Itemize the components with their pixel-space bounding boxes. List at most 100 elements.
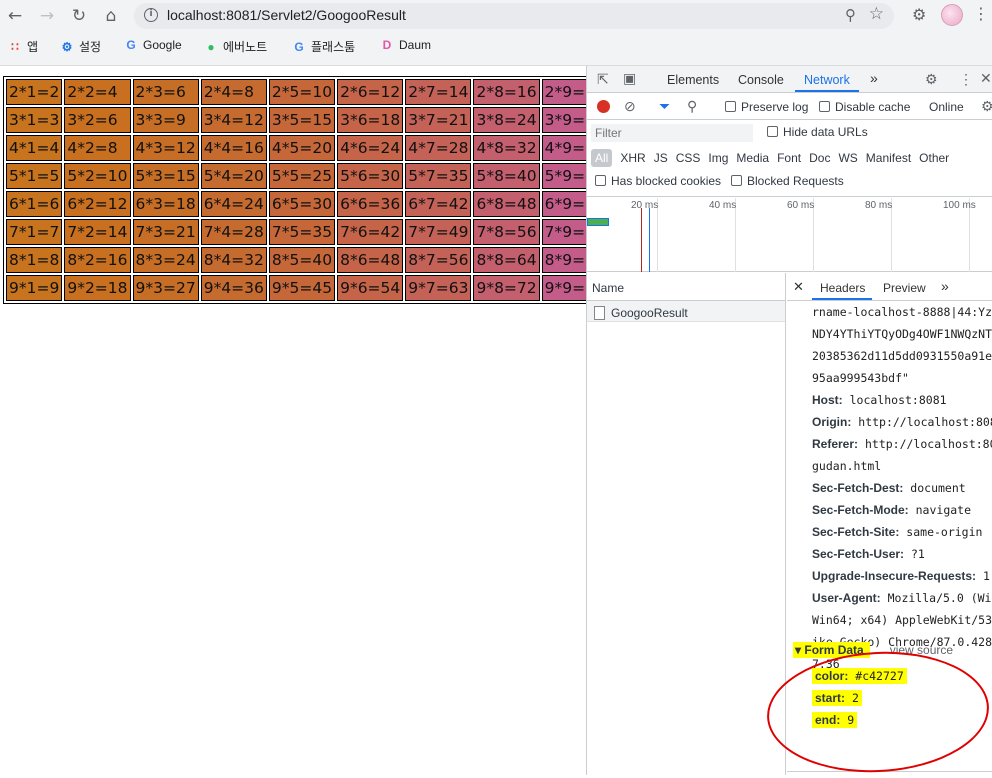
- bookmark-daum[interactable]: D Daum: [380, 38, 431, 52]
- device-toolbar-icon[interactable]: ▣: [623, 70, 636, 87]
- tab-elements[interactable]: Elements: [667, 73, 719, 87]
- settings-gear-icon[interactable]: ⚙: [925, 71, 938, 88]
- close-icon[interactable]: ✕: [980, 70, 992, 87]
- menu-kebab-icon[interactable]: ⋮: [973, 4, 989, 23]
- type-filter-other[interactable]: Other: [919, 151, 949, 165]
- table-cell: 5*1=5: [6, 163, 63, 189]
- form-data-section[interactable]: ▾ Form Data view source: [793, 642, 953, 658]
- site-info-icon[interactable]: i: [144, 8, 158, 22]
- close-details-icon[interactable]: ✕: [793, 279, 804, 295]
- url-text[interactable]: localhost:8081/Servlet2/GoogooResult: [167, 7, 406, 23]
- table-cell: 4*6=24: [337, 135, 404, 161]
- table-cell: 9*4=36: [200, 275, 267, 301]
- table-cell: 9*5=45: [268, 275, 336, 301]
- table-cell: 4*1=4: [6, 135, 63, 161]
- form-data-title[interactable]: ▾ Form Data: [793, 642, 870, 658]
- header-value: localhost:8081: [849, 393, 947, 407]
- timeline-tick-label: 40 ms: [709, 200, 737, 211]
- table-cell: 5*3=15: [132, 163, 199, 189]
- clear-icon[interactable]: ⊘: [624, 98, 636, 115]
- type-filter-xhr[interactable]: XHR: [620, 151, 645, 165]
- tab-preview[interactable]: Preview: [883, 281, 926, 295]
- bookmark-star-icon[interactable]: ☆: [869, 4, 884, 24]
- table-cell: 2*7=14: [405, 79, 472, 105]
- apps-grid-icon: ∷: [11, 39, 19, 54]
- form-data-fields: color: #c42727 start: 2 end: 9: [812, 665, 907, 731]
- request-row[interactable]: GoogooResult: [587, 301, 785, 322]
- timeline-request-bar: [587, 218, 609, 226]
- table-row: 7*1=7 7*2=14 7*3=21 7*4=28 7*5=35 7*6=42 7*7=4…: [6, 219, 608, 245]
- tab-console[interactable]: Console: [738, 73, 784, 87]
- blocked-requests-checkbox[interactable]: Blocked Requests: [731, 174, 844, 188]
- tab-network[interactable]: Network: [804, 73, 850, 87]
- bookmark-google-2[interactable]: G 플래스툼: [292, 38, 355, 55]
- search-icon[interactable]: ⚲: [687, 98, 697, 115]
- request-name: GoogooResult: [611, 305, 688, 320]
- type-filter-font[interactable]: Font: [777, 151, 801, 165]
- record-icon[interactable]: [597, 100, 610, 113]
- dom-content-loaded-line: [641, 208, 642, 272]
- table-cell: 9*7=63: [405, 275, 472, 301]
- table-cell: 9*8=72: [473, 275, 540, 301]
- type-filter-media[interactable]: Media: [736, 151, 769, 165]
- header-value: rname-localhost-8888|44:YzY: [812, 305, 992, 319]
- header-value: http://localhost:808: [858, 415, 992, 429]
- table-cell: 3*1=3: [6, 107, 63, 133]
- type-filter-manifest[interactable]: Manifest: [866, 151, 911, 165]
- more-detail-tabs-icon[interactable]: »: [941, 278, 949, 294]
- forward-arrow-icon[interactable]: →: [36, 5, 58, 27]
- header-value: gudan.html: [812, 459, 882, 473]
- preserve-log-checkbox[interactable]: Preserve log: [725, 100, 808, 114]
- profile-avatar[interactable]: [941, 4, 963, 26]
- table-cell: 7*2=14: [64, 219, 131, 245]
- disable-cache-checkbox[interactable]: Disable cache: [819, 100, 910, 114]
- table-cell: 5*7=35: [405, 163, 472, 189]
- bookmark-label: 에버노트: [223, 40, 268, 54]
- header-line: User-Agent: Mozilla/5.0 (Win: [812, 587, 992, 609]
- request-headers: rname-localhost-8888|44:YzY NDY4YThiYTQyO…: [812, 301, 992, 675]
- type-filter-ws[interactable]: WS: [838, 151, 857, 165]
- table-cell: 8*6=48: [337, 247, 404, 273]
- type-filter-all[interactable]: All: [591, 149, 613, 167]
- table-cell: 9*1=9: [6, 275, 63, 301]
- more-tabs-icon[interactable]: »: [870, 70, 878, 86]
- filter-funnel-icon[interactable]: ⏷: [659, 98, 670, 115]
- header-line: Upgrade-Insecure-Requests: 1: [812, 565, 992, 587]
- zoom-icon[interactable]: ⚲: [845, 6, 856, 24]
- type-filter-css[interactable]: CSS: [676, 151, 701, 165]
- table-cell: 2*5=10: [268, 79, 336, 105]
- form-field-value: 2: [851, 691, 859, 705]
- reload-icon[interactable]: ↻: [68, 5, 90, 27]
- table-cell: 3*6=18: [337, 107, 404, 133]
- bookmark-label: 플래스툼: [311, 40, 356, 54]
- address-bar[interactable]: i localhost:8081/Servlet2/GoogooResult ⚲…: [134, 3, 894, 29]
- timeline-overview[interactable]: 20 ms 40 ms 60 ms 80 ms 100 ms: [587, 198, 992, 272]
- bookmark-settings[interactable]: ⚙ 설정: [60, 38, 101, 55]
- table-cell: 7*3=21: [132, 219, 199, 245]
- tab-headers[interactable]: Headers: [820, 281, 865, 295]
- header-value: http://localhost:80: [864, 437, 992, 451]
- bookmark-apps[interactable]: ∷ 앱: [8, 38, 38, 55]
- header-line: 95aa999543bdf": [812, 367, 992, 389]
- type-filter-js[interactable]: JS: [654, 151, 668, 165]
- inspect-element-icon[interactable]: ⇱: [597, 71, 609, 88]
- bookmark-evernote[interactable]: ● 에버노트: [204, 38, 267, 55]
- back-arrow-icon[interactable]: ←: [4, 5, 26, 27]
- filter-input[interactable]: [591, 124, 753, 142]
- extensions-puzzle-icon[interactable]: ⚙: [912, 5, 926, 24]
- throttle-select[interactable]: Online: [929, 100, 964, 114]
- has-blocked-cookies-checkbox[interactable]: Has blocked cookies: [595, 174, 721, 188]
- type-filter-doc[interactable]: Doc: [809, 151, 830, 165]
- form-field-key: start:: [815, 691, 846, 705]
- view-source-link[interactable]: view source: [890, 643, 953, 657]
- devtools-menu-icon[interactable]: ⋮: [959, 71, 973, 88]
- bookmark-google[interactable]: G Google: [124, 38, 181, 52]
- multiplication-table: 2*1=2 2*2=4 2*3=6 2*4=8 2*5=10 2*6=12 2*7=14 2*…: [3, 76, 611, 304]
- active-detail-indicator: [812, 298, 872, 300]
- table-cell: 4*8=32: [473, 135, 540, 161]
- hide-data-urls-checkbox[interactable]: Hide data URLs: [767, 125, 868, 139]
- name-column-header[interactable]: Name: [587, 273, 785, 301]
- network-settings-icon[interactable]: ⚙: [981, 98, 992, 115]
- home-icon[interactable]: ⌂: [100, 5, 122, 27]
- type-filter-img[interactable]: Img: [708, 151, 728, 165]
